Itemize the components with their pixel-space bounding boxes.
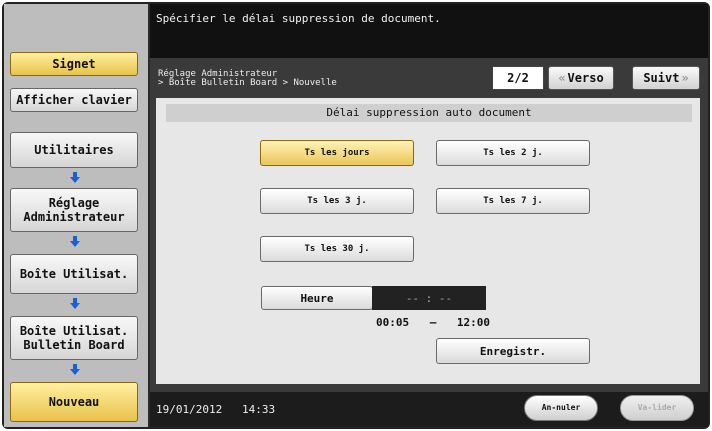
sidebar: Signet Afficher clavier Utilitaires Régl…: [4, 4, 148, 427]
down-arrow-icon: [70, 298, 80, 310]
utilitaires-button[interactable]: Utilitaires: [10, 132, 138, 168]
down-arrow-icon: [70, 364, 80, 376]
time-range: 00:05 – 12:00: [376, 316, 490, 329]
page-indicator: 2/2: [492, 66, 544, 90]
enregistrer-button[interactable]: Enregistr.: [436, 338, 590, 364]
range-separator: –: [429, 316, 437, 329]
signet-button[interactable]: Signet: [10, 52, 138, 76]
option-every-day[interactable]: Ts les jours: [260, 140, 414, 166]
form-area: Délai suppression auto document Ts les j…: [156, 98, 700, 384]
time-display: 14:33: [242, 403, 276, 416]
down-arrow-icon: [70, 172, 80, 184]
suivant-label: Suivt: [643, 71, 680, 85]
nouveau-button[interactable]: Nouveau: [10, 382, 138, 422]
breadcrumb-line-2: > Boîte Bulletin Board > Nouvelle: [158, 78, 337, 88]
double-left-arrow-icon: «: [558, 71, 566, 85]
verso-label: Verso: [567, 71, 604, 85]
afficher-clavier-button[interactable]: Afficher clavier: [10, 88, 138, 112]
heure-button[interactable]: Heure: [261, 286, 373, 310]
valider-button[interactable]: Va-lider: [620, 395, 694, 421]
option-every-7-days[interactable]: Ts les 7 j.: [436, 188, 590, 214]
range-start: 00:05: [376, 316, 410, 329]
down-arrow-icon: [70, 236, 80, 248]
double-right-arrow-icon: »: [681, 71, 689, 85]
suivant-button[interactable]: Suivt »: [632, 66, 700, 90]
reglage-administrateur-button[interactable]: Réglage Administrateur: [10, 188, 138, 232]
breadcrumb: Réglage Administrateur > Boîte Bulletin …: [158, 70, 337, 88]
option-every-2-days[interactable]: Ts les 2 j.: [436, 140, 590, 166]
annuler-button[interactable]: An-nuler: [524, 395, 598, 421]
date-display: 19/01/2012: [156, 403, 223, 416]
verso-button[interactable]: « Verso: [548, 66, 614, 90]
instruction-message: Spécifier le délai suppression de docume…: [150, 4, 708, 58]
range-end: 12:00: [456, 316, 490, 329]
main-panel: Réglage Administrateur > Boîte Bulletin …: [150, 58, 708, 392]
heure-value-display: -- : --: [372, 286, 486, 310]
boite-utilisat-button[interactable]: Boîte Utilisat.: [10, 254, 138, 294]
option-every-30-days[interactable]: Ts les 30 j.: [260, 236, 414, 262]
status-bar: 19/01/2012 14:33 An-nuler Va-lider: [150, 392, 708, 427]
bulletin-board-button[interactable]: Boîte Utilisat. Bulletin Board: [10, 316, 138, 360]
form-title: Délai suppression auto document: [166, 104, 692, 122]
option-every-3-days[interactable]: Ts les 3 j.: [260, 188, 414, 214]
